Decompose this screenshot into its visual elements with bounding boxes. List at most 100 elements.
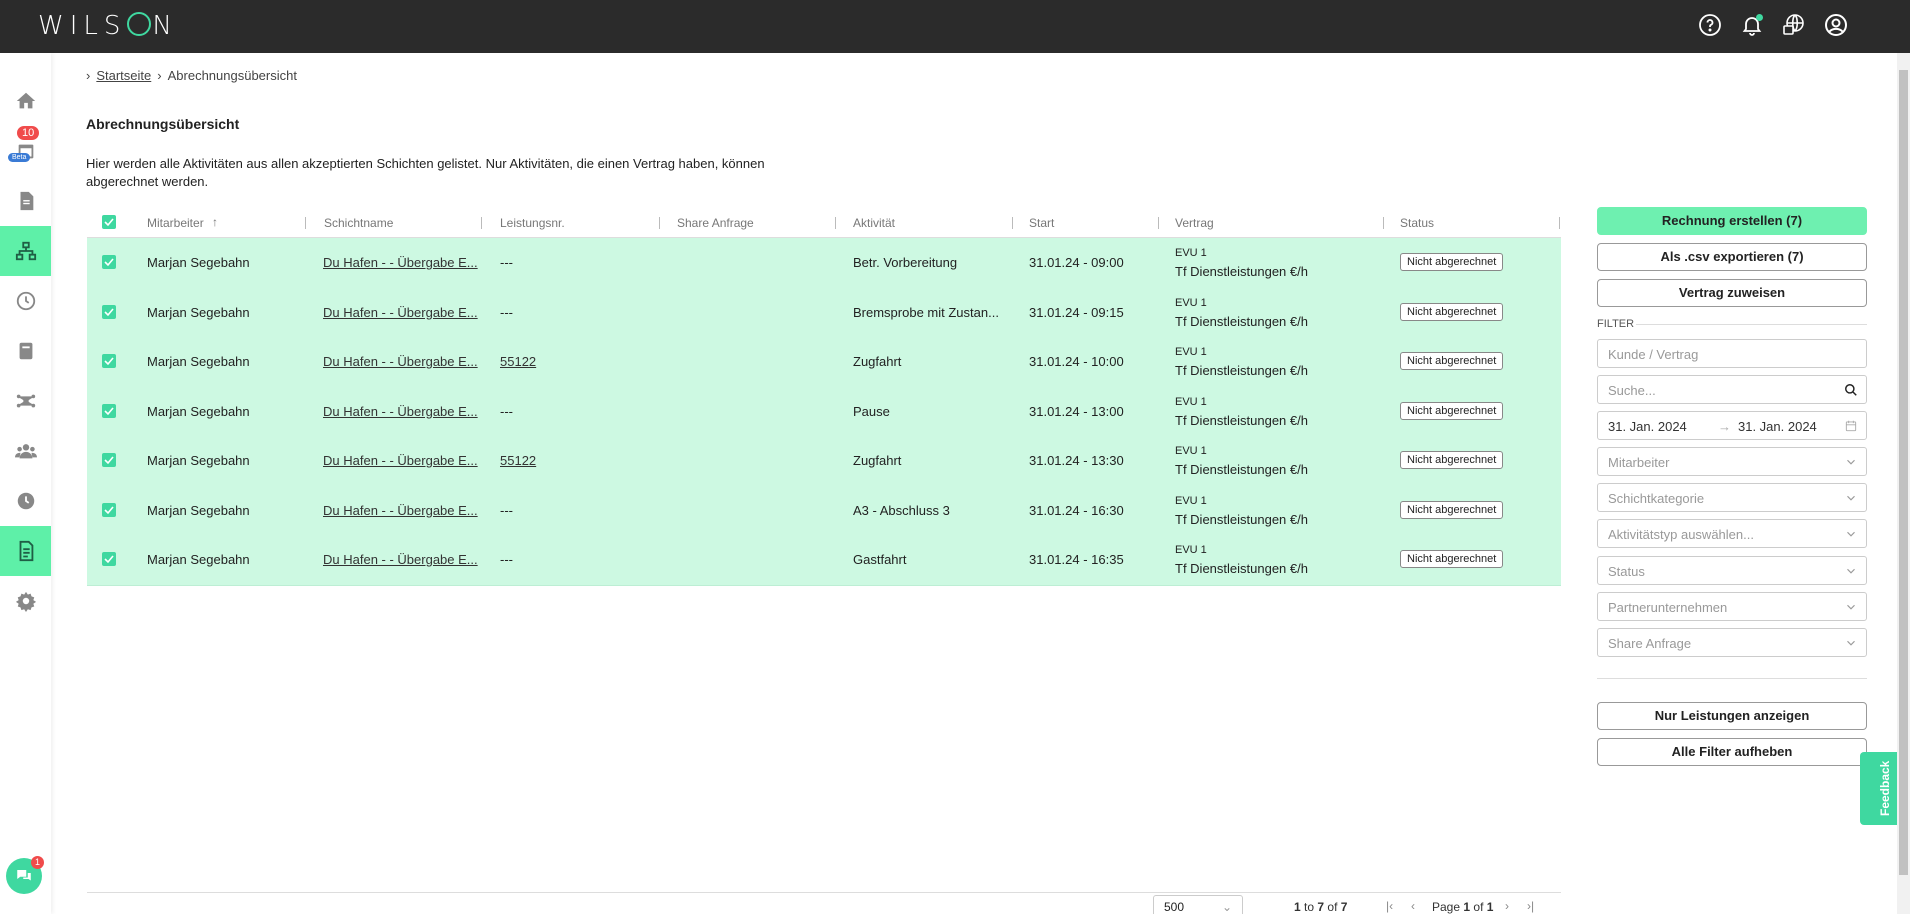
share-request-select[interactable]: Share Anfrage — [1597, 628, 1867, 657]
cell-start: 31.01.24 - 13:00 — [1029, 403, 1124, 419]
search-input[interactable]: Suche... — [1597, 375, 1867, 404]
only-services-button[interactable]: Nur Leistungen anzeigen — [1597, 702, 1867, 730]
column-divider[interactable] — [1383, 217, 1384, 229]
status-badge: Nicht abgerechnet — [1400, 500, 1504, 519]
nav-settings[interactable] — [0, 576, 51, 626]
column-header-status[interactable]: Status — [1400, 216, 1434, 230]
employee-filter-select[interactable]: Mitarbeiter — [1597, 447, 1867, 476]
chevron-down-icon — [1847, 495, 1855, 501]
bell-icon[interactable] — [1738, 11, 1766, 39]
status-badge: Nicht abgerechnet — [1400, 451, 1504, 469]
nav-time[interactable] — [0, 276, 51, 326]
cell-shift-link[interactable]: Du Hafen - - Übergabe E... — [323, 305, 478, 320]
row-checkbox[interactable] — [102, 403, 116, 418]
table-row[interactable]: Marjan Segebahn Du Hafen - - Übergabe E..… — [87, 238, 1561, 288]
nav-documents[interactable] — [0, 176, 51, 226]
row-checkbox[interactable] — [102, 304, 116, 319]
nav-home[interactable] — [0, 76, 51, 126]
calendar-icon[interactable] — [1844, 419, 1858, 433]
column-divider[interactable] — [481, 217, 482, 229]
column-header-activity[interactable]: Aktivität — [853, 216, 895, 230]
column-header-start[interactable]: Start — [1029, 216, 1054, 230]
cell-shift-link[interactable]: Du Hafen - - Übergabe E... — [323, 354, 478, 369]
table-row[interactable]: Marjan Segebahn Du Hafen - - Übergabe E..… — [87, 535, 1561, 585]
date-to[interactable]: 31. Jan. 2024 — [1738, 419, 1817, 434]
cell-contract-name: Tf Dienstleistungen €/h — [1175, 313, 1308, 329]
cell-contract-code: EVU 1 — [1175, 247, 1207, 259]
cell-shift-link[interactable]: Du Hafen - - Übergabe E... — [323, 552, 478, 567]
row-checkbox[interactable] — [102, 453, 116, 467]
page-size-select[interactable]: 500 ⌄ — [1153, 895, 1243, 914]
cell-service-number[interactable]: 55122 — [500, 354, 536, 369]
column-header-contract[interactable]: Vertrag — [1175, 216, 1214, 230]
column-divider[interactable] — [1158, 217, 1159, 229]
cell-service-number: --- — [500, 502, 513, 518]
column-header-service-number[interactable]: Leistungsnr. — [500, 216, 565, 230]
column-divider[interactable] — [1012, 217, 1013, 229]
column-divider[interactable] — [305, 217, 306, 229]
sort-ascending-icon[interactable]: ↑ — [212, 215, 218, 229]
status-filter-select[interactable]: Status — [1597, 556, 1867, 585]
first-page-icon[interactable]: |‹ — [1386, 899, 1393, 913]
table-row[interactable]: Marjan Segebahn Du Hafen - - Übergabe E..… — [87, 386, 1561, 436]
nav-team[interactable] — [0, 426, 51, 476]
previous-page-icon[interactable]: ‹ — [1411, 899, 1415, 913]
nav-calendar[interactable]: 10 Beta — [0, 126, 51, 176]
next-page-icon[interactable]: › — [1505, 899, 1509, 913]
column-header-share-request[interactable]: Share Anfrage — [677, 216, 754, 230]
date-range-picker[interactable]: 31. Jan. 2024 → 31. Jan. 2024 — [1597, 411, 1867, 440]
column-header-employee[interactable]: Mitarbeiter — [147, 216, 204, 230]
help-icon[interactable] — [1696, 11, 1724, 39]
language-icon[interactable] — [1780, 11, 1808, 39]
date-from[interactable]: 31. Jan. 2024 — [1608, 419, 1687, 434]
create-invoice-button[interactable]: Rechnung erstellen (7) — [1597, 207, 1867, 235]
table-row[interactable]: Marjan Segebahn Du Hafen - - Übergabe E..… — [87, 485, 1561, 535]
nav-share[interactable] — [0, 376, 51, 426]
search-icon[interactable] — [1844, 383, 1858, 397]
cell-contract-code: EVU 1 — [1175, 544, 1207, 556]
assign-contract-button[interactable]: Vertrag zuweisen — [1597, 279, 1867, 307]
column-divider[interactable] — [835, 217, 836, 229]
column-header-shift[interactable]: Schichtname — [324, 216, 393, 230]
nav-book[interactable] — [0, 326, 51, 376]
select-all-checkbox[interactable] — [102, 215, 116, 229]
cell-shift-link[interactable]: Du Hafen - - Übergabe E... — [323, 404, 478, 419]
row-checkbox[interactable] — [102, 552, 116, 566]
user-icon[interactable] — [1822, 11, 1850, 39]
customer-contract-input[interactable]: Kunde / Vertrag — [1597, 339, 1867, 368]
nav-history[interactable] — [0, 476, 51, 526]
cell-contract-code: EVU 1 — [1175, 296, 1207, 309]
clear-filters-button[interactable]: Alle Filter aufheben — [1597, 738, 1867, 766]
nav-network[interactable] — [0, 226, 51, 276]
partner-company-label: Partnerunternehmen — [1608, 600, 1728, 615]
cell-service-number[interactable]: 55122 — [500, 453, 536, 468]
row-checkbox[interactable] — [102, 255, 116, 269]
activity-type-select[interactable]: Aktivitätstyp auswählen... — [1597, 519, 1867, 548]
cell-shift-link[interactable]: Du Hafen - - Übergabe E... — [323, 255, 478, 270]
cell-shift-link[interactable]: Du Hafen - - Übergabe E... — [323, 503, 478, 518]
shift-category-select[interactable]: Schichtkategorie — [1597, 483, 1867, 512]
cell-start: 31.01.24 - 09:15 — [1029, 304, 1124, 320]
partner-company-select[interactable]: Partnerunternehmen — [1597, 592, 1867, 621]
customer-contract-placeholder: Kunde / Vertrag — [1608, 347, 1699, 362]
table-row[interactable]: Marjan Segebahn Du Hafen - - Übergabe E..… — [87, 287, 1561, 337]
scrollbar-thumb[interactable] — [1899, 70, 1908, 875]
cell-shift-link[interactable]: Du Hafen - - Übergabe E... — [323, 453, 478, 468]
column-divider[interactable] — [1559, 217, 1560, 229]
row-checkbox[interactable] — [102, 502, 116, 517]
filter-heading: FILTER — [1597, 318, 1635, 330]
cell-contract-code: EVU 1 — [1175, 395, 1207, 408]
cell-employee: Marjan Segebahn — [147, 453, 250, 468]
check-icon — [104, 505, 114, 514]
arrow-right-icon: → — [1718, 419, 1731, 434]
table-row[interactable]: Marjan Segebahn Du Hafen - - Übergabe E..… — [87, 436, 1561, 486]
last-page-icon[interactable]: ›| — [1527, 899, 1534, 913]
row-checkbox[interactable] — [102, 354, 116, 368]
breadcrumb-home-link[interactable]: Startseite — [96, 68, 151, 83]
table-row[interactable]: Marjan Segebahn Du Hafen - - Übergabe E..… — [87, 337, 1561, 387]
column-divider[interactable] — [659, 217, 660, 229]
export-csv-button[interactable]: Als .csv exportieren (7) — [1597, 243, 1867, 271]
nav-invoice[interactable] — [0, 526, 51, 576]
cell-employee: Marjan Segebahn — [147, 255, 250, 270]
wilson-logo[interactable]: WILS N — [38, 11, 178, 41]
